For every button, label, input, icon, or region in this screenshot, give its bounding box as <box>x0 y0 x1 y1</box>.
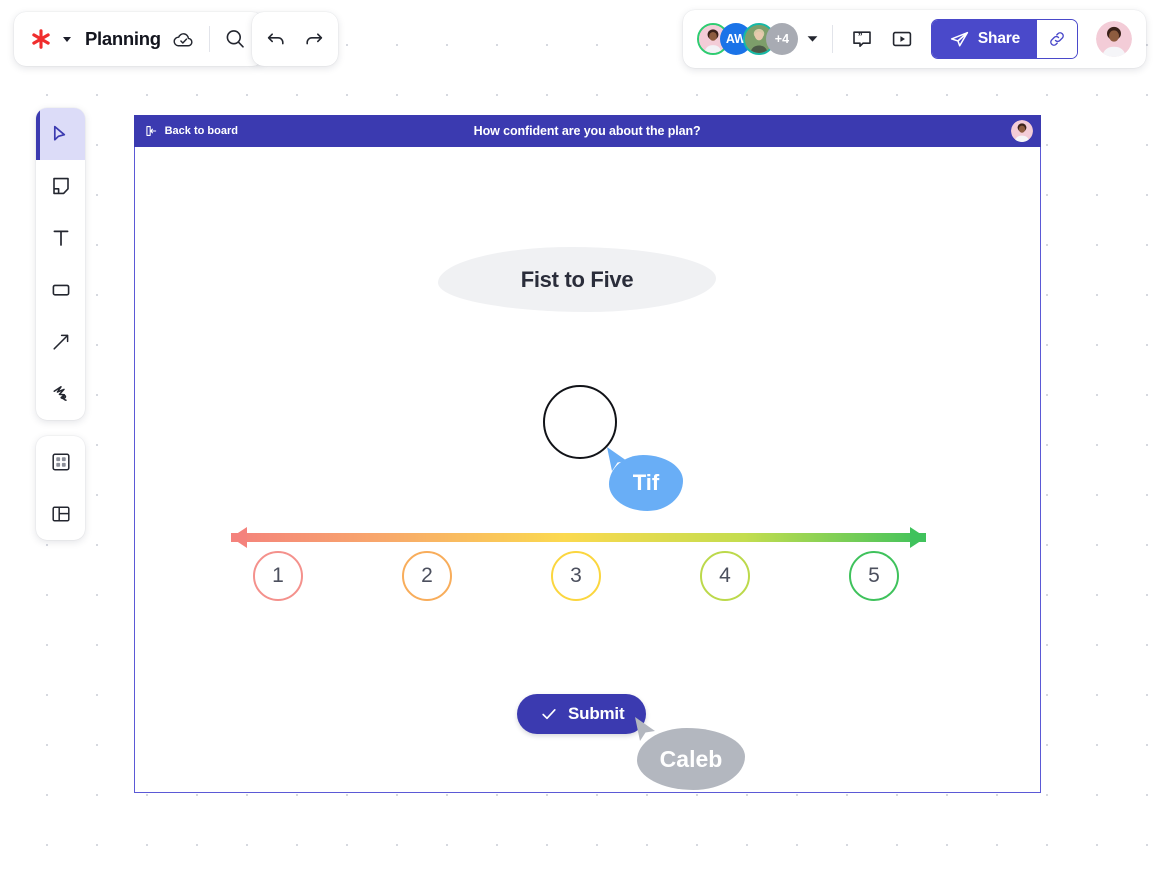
scale-option-label: 3 <box>570 564 582 588</box>
asterisk-logo-icon[interactable] <box>30 28 52 50</box>
back-to-board-button[interactable]: Back to board <box>144 124 238 138</box>
scribble-pen-icon <box>49 382 73 406</box>
share-group: Share <box>931 19 1078 59</box>
scale-option-label: 5 <box>868 564 880 588</box>
redo-icon[interactable] <box>301 26 327 52</box>
cursor-label-tif: Tif <box>609 455 683 511</box>
frame-owner-avatar[interactable] <box>1011 120 1033 142</box>
secondary-tool-rail <box>36 436 85 540</box>
chevron-down-icon[interactable] <box>807 30 818 48</box>
copy-link-button[interactable] <box>1037 20 1077 58</box>
tool-rail <box>36 108 85 420</box>
toolbar-divider <box>832 25 833 53</box>
shape-tool[interactable] <box>36 264 85 316</box>
cursor-name: Tif <box>633 470 659 496</box>
pen-tool[interactable] <box>36 368 85 420</box>
cloud-check-icon[interactable] <box>171 26 197 52</box>
arrow-tool[interactable] <box>36 316 85 368</box>
arrow-icon <box>49 330 73 354</box>
collaboration-toolbar: AW +4 ” <box>683 10 1146 68</box>
activity-title-shape[interactable]: Fist to Five <box>438 247 716 312</box>
scale-option-label: 2 <box>421 564 433 588</box>
scale-option-4[interactable]: 4 <box>700 551 750 601</box>
check-icon <box>539 704 559 724</box>
link-icon <box>1047 29 1067 49</box>
frame-title: How confident are you about the plan? <box>134 124 1041 138</box>
avatar-overflow-count[interactable]: +4 <box>766 23 798 55</box>
back-to-board-label: Back to board <box>165 125 238 137</box>
collaborator-avatars[interactable]: AW +4 <box>697 23 818 55</box>
scale-option-3[interactable]: 3 <box>551 551 601 601</box>
scale-option-label: 4 <box>719 564 731 588</box>
avatar-overflow-label: +4 <box>775 32 789 46</box>
text-t-icon <box>49 226 73 250</box>
text-tool[interactable] <box>36 212 85 264</box>
svg-text:”: ” <box>858 32 863 42</box>
scale-option-label: 1 <box>272 564 284 588</box>
page-title: Planning <box>85 28 161 50</box>
template-layout-icon <box>49 502 73 526</box>
cursor-label-caleb: Caleb <box>637 728 745 790</box>
templates-tool[interactable] <box>36 488 85 540</box>
sticky-note-icon <box>49 174 73 198</box>
paper-plane-icon <box>949 29 970 50</box>
search-icon[interactable] <box>222 26 248 52</box>
cursor-arrow-icon <box>49 122 73 146</box>
cursor-name: Caleb <box>660 746 723 773</box>
share-button[interactable]: Share <box>932 20 1037 58</box>
scale-option-1[interactable]: 1 <box>253 551 303 601</box>
toolbar-divider <box>209 26 210 52</box>
submit-button[interactable]: Submit <box>517 694 646 734</box>
frame-header: Back to board How confident are you abou… <box>134 115 1041 147</box>
activity-title: Fist to Five <box>521 267 634 293</box>
select-tool[interactable] <box>36 108 85 160</box>
caret-down-icon[interactable] <box>63 37 71 42</box>
apps-tool[interactable] <box>36 436 85 488</box>
exit-frame-icon <box>144 124 158 138</box>
activity-frame[interactable]: Back to board How confident are you abou… <box>134 115 1041 793</box>
sticky-note-tool[interactable] <box>36 160 85 212</box>
rectangle-icon <box>49 278 73 302</box>
grid-apps-icon <box>49 450 73 474</box>
submit-button-label: Submit <box>568 704 624 724</box>
comment-icon[interactable]: ” <box>847 24 877 54</box>
undo-icon[interactable] <box>263 26 289 52</box>
whiteboard-canvas[interactable]: Planning <box>0 0 1160 870</box>
history-toolbar <box>252 12 338 66</box>
scale-option-2[interactable]: 2 <box>402 551 452 601</box>
scale-option-5[interactable]: 5 <box>849 551 899 601</box>
present-play-icon[interactable] <box>887 24 917 54</box>
share-button-label: Share <box>978 30 1020 48</box>
board-toolbar: Planning <box>14 12 264 66</box>
current-user-avatar[interactable] <box>1096 21 1132 57</box>
